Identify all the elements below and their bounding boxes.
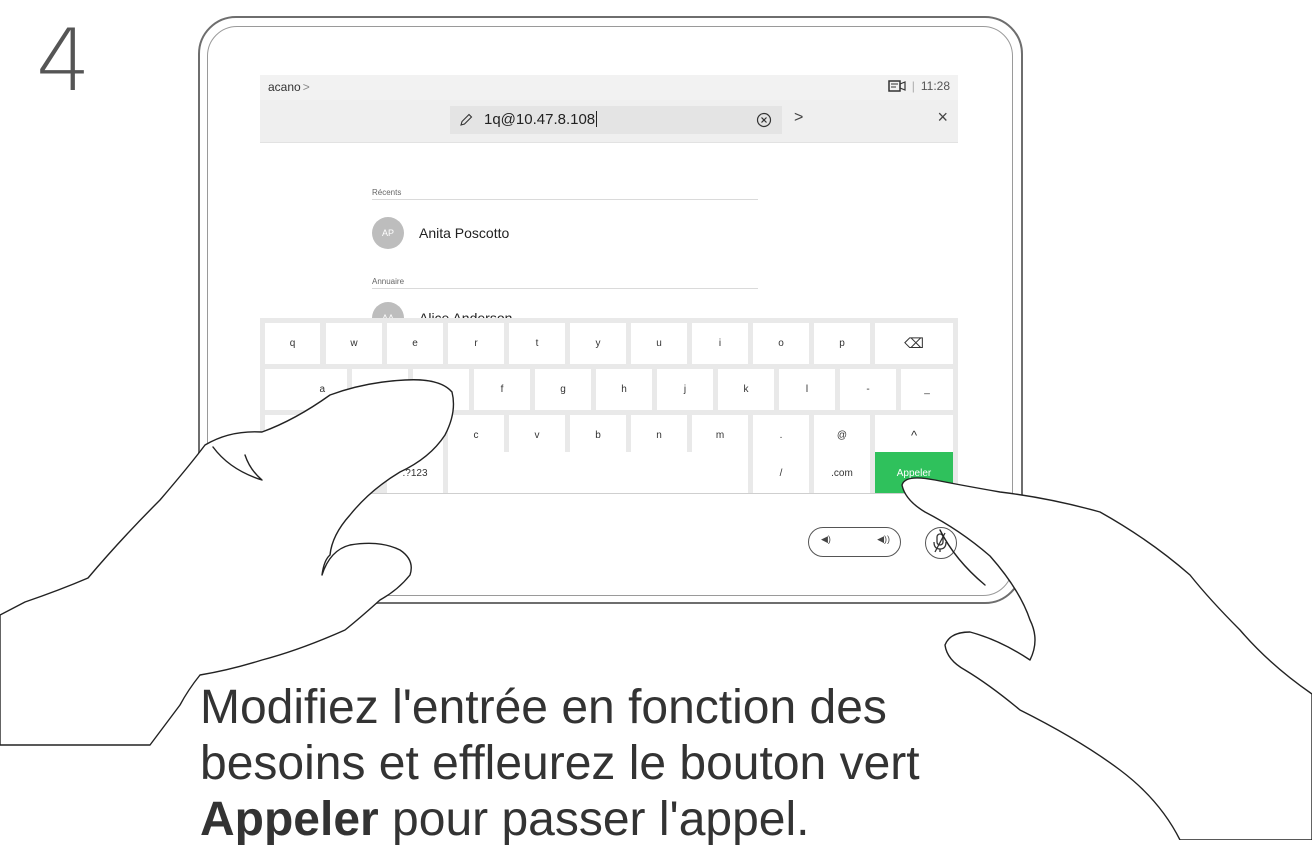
volume-down-icon[interactable]: ◀) [821, 534, 831, 545]
shift-key-right[interactable]: ^ [875, 415, 953, 456]
avatar: AP [372, 217, 404, 249]
key-p[interactable]: p [814, 323, 870, 364]
caption-line-3-rest: pour passer l'appel. [378, 793, 810, 846]
touch-screen: acano > | 11:28 1q@10.47.8.108 > × Récen… [260, 75, 958, 494]
instruction-caption: Modifiez l'entrée en fonction des besoin… [200, 680, 920, 848]
directory-header: Annuaire [372, 277, 758, 289]
key-w[interactable]: w [326, 323, 382, 364]
key-r[interactable]: r [448, 323, 504, 364]
brand-label: acano [268, 80, 301, 94]
on-screen-keyboard: q w e r t y u i o p ⌫ a s d f g h j k l … [260, 318, 958, 493]
search-input[interactable]: 1q@10.47.8.108 [450, 106, 782, 134]
key-g[interactable]: g [535, 369, 591, 410]
key-i[interactable]: i [692, 323, 748, 364]
key-h[interactable]: h [596, 369, 652, 410]
caption-call-word: Appeler [200, 793, 379, 846]
shift-key-left[interactable]: ^ [265, 415, 320, 456]
key-c[interactable]: c [448, 415, 504, 456]
key-q[interactable]: q [265, 323, 320, 364]
key-k[interactable]: k [718, 369, 774, 410]
key-a[interactable]: a [265, 369, 347, 410]
volume-up-icon[interactable]: ◀)) [877, 534, 890, 545]
key-j[interactable]: j [657, 369, 713, 410]
volume-control[interactable]: ◀) ◀)) [808, 527, 901, 557]
key-o[interactable]: o [753, 323, 809, 364]
key-e[interactable]: e [387, 323, 443, 364]
key-f[interactable]: f [474, 369, 530, 410]
close-icon[interactable]: × [937, 107, 948, 128]
key-slash[interactable]: / [753, 452, 809, 493]
go-arrow-icon[interactable]: > [794, 109, 803, 127]
recents-header: Récents [372, 188, 758, 200]
key-at[interactable]: @ [814, 415, 870, 456]
key-m[interactable]: m [692, 415, 748, 456]
key-u[interactable]: u [631, 323, 687, 364]
key-x[interactable]: x [387, 415, 443, 456]
step-number: 4 [36, 11, 91, 111]
space-key[interactable] [448, 452, 748, 493]
key-d[interactable]: d [413, 369, 469, 410]
key-v[interactable]: v [509, 415, 565, 456]
key-s[interactable]: s [352, 369, 408, 410]
key-t[interactable]: t [509, 323, 565, 364]
key-y[interactable]: y [570, 323, 626, 364]
brand-breadcrumb[interactable]: acano > [268, 80, 310, 94]
contact-name: Anita Poscotto [419, 225, 510, 241]
numbers-key[interactable]: .?123 [387, 452, 443, 493]
call-button[interactable]: Appeler [875, 452, 953, 493]
contact-item[interactable]: AP Anita Poscotto [372, 217, 509, 249]
key-z[interactable]: z [326, 415, 382, 456]
clock: 11:28 [920, 79, 950, 93]
key-b[interactable]: b [570, 415, 626, 456]
status-bar: acano > | 11:28 [260, 75, 958, 100]
screen-share-icon[interactable] [887, 80, 906, 92]
status-right: | 11:28 [887, 79, 950, 93]
pencil-icon [460, 113, 473, 126]
caption-line-2: besoins et effleurez le bouton vert [200, 737, 920, 790]
key-hyphen[interactable]: - [840, 369, 896, 410]
search-bar: 1q@10.47.8.108 > × [260, 100, 958, 143]
microphone-mute-icon[interactable] [925, 527, 957, 559]
status-separator: | [911, 79, 915, 93]
key-dotcom[interactable]: .com [814, 452, 870, 493]
key-underscore[interactable]: _ [901, 369, 953, 410]
chevron-right-icon: > [302, 80, 310, 94]
key-period[interactable]: . [753, 415, 809, 456]
search-value: 1q@10.47.8.108 [484, 111, 596, 128]
backspace-key[interactable]: ⌫ [875, 323, 953, 364]
key-n[interactable]: n [631, 415, 687, 456]
key-l[interactable]: l [779, 369, 835, 410]
clear-circle-icon[interactable] [756, 112, 772, 128]
caption-line-1: Modifiez l'entrée en fonction des [200, 681, 887, 734]
